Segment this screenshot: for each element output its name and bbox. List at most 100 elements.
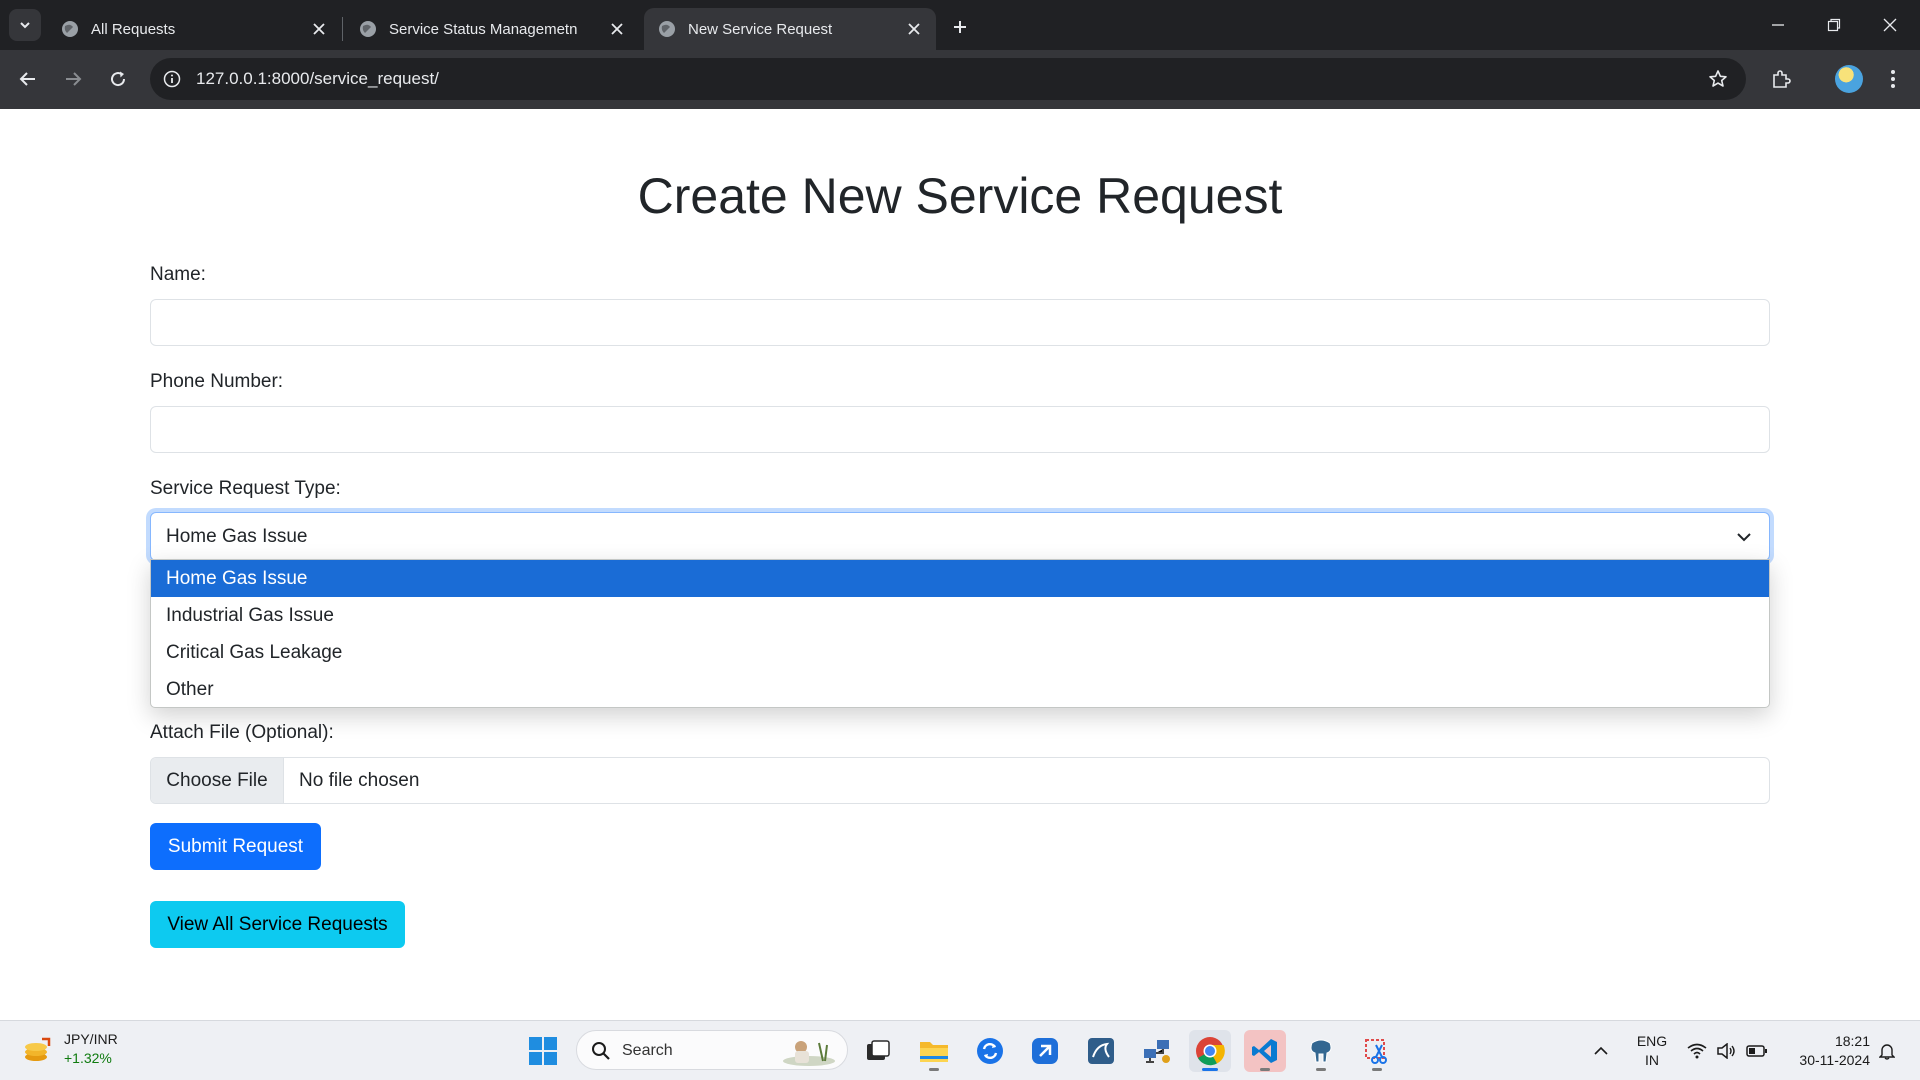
attach-file-label: Attach File (Optional):: [150, 722, 334, 743]
restore-button[interactable]: [1806, 0, 1862, 50]
globe-icon: [659, 21, 675, 37]
battery-status[interactable]: [1743, 1021, 1771, 1080]
phone-input[interactable]: [150, 406, 1770, 453]
chevron-down-icon: [20, 22, 30, 29]
close-icon: [1883, 18, 1897, 32]
postgresql-app[interactable]: [1300, 1030, 1342, 1072]
puzzle-icon: [1773, 70, 1791, 88]
new-tab-button[interactable]: [946, 13, 974, 41]
running-indicator: [1316, 1068, 1326, 1071]
search-icon: [592, 1042, 610, 1060]
task-view-app[interactable]: [857, 1030, 899, 1072]
tab-all-requests[interactable]: All Requests: [47, 8, 341, 50]
chrome-app[interactable]: [1189, 1030, 1231, 1072]
tab-search-button[interactable]: [9, 9, 41, 41]
tab-separator: [342, 17, 343, 41]
dropdown-option[interactable]: Other: [151, 671, 1769, 707]
tab-service-status[interactable]: Service Status Managemetn: [345, 8, 639, 50]
running-indicator: [1372, 1068, 1382, 1071]
dropdown-option[interactable]: Critical Gas Leakage: [151, 634, 1769, 671]
back-button[interactable]: [11, 62, 45, 96]
chevron-up-icon: [1594, 1046, 1608, 1055]
close-window-button[interactable]: [1862, 0, 1918, 50]
tab-label: New Service Request: [688, 20, 833, 38]
browser-menu-button[interactable]: [1876, 62, 1910, 96]
close-tab-icon[interactable]: [605, 17, 629, 41]
globe-icon: [62, 21, 78, 37]
widget-title[interactable]: JPY/INR: [64, 1031, 118, 1047]
extensions-button[interactable]: [1764, 62, 1798, 96]
minimize-icon: [1772, 24, 1784, 26]
close-tab-icon[interactable]: [307, 17, 331, 41]
view-all-requests-button[interactable]: View All Service Requests: [150, 901, 405, 948]
network-app[interactable]: [1136, 1030, 1178, 1072]
choose-file-button[interactable]: Choose File: [151, 758, 284, 803]
site-info-icon[interactable]: [160, 67, 184, 91]
browser-tab-bar: All Requests Service Status Managemetn N…: [0, 0, 1920, 50]
browser-toolbar: 127.0.0.1:8000/service_request/: [0, 50, 1920, 109]
battery-icon: [1746, 1045, 1767, 1057]
mysql-workbench-app[interactable]: [1080, 1030, 1122, 1072]
service-type-select[interactable]: Home Gas Issue: [150, 512, 1770, 561]
show-hidden-icons-button[interactable]: [1586, 1021, 1616, 1080]
speaker-icon: [1717, 1043, 1735, 1059]
file-input[interactable]: Choose File No file chosen: [150, 757, 1770, 804]
sync-icon: [977, 1038, 1003, 1064]
page-title: Create New Service Request: [637, 168, 1283, 224]
scissors-icon: [1365, 1039, 1387, 1064]
bell-icon: [1879, 1044, 1895, 1060]
widget-value[interactable]: +1.32%: [64, 1050, 112, 1066]
network-computers-icon: [1144, 1040, 1170, 1063]
coins-icon[interactable]: [22, 1035, 52, 1065]
chrome-icon: [1196, 1037, 1225, 1066]
volume-status[interactable]: [1713, 1021, 1739, 1080]
tab-new-service-request[interactable]: New Service Request: [644, 8, 936, 50]
language-code: ENG: [1636, 1033, 1668, 1049]
address-bar[interactable]: 127.0.0.1:8000/service_request/: [150, 58, 1746, 100]
taskbar: JPY/INR +1.32% Search ENG IN 18:21 30-11…: [0, 1020, 1920, 1080]
submit-request-button[interactable]: Submit Request: [150, 823, 321, 870]
taskbar-search[interactable]: Search: [576, 1030, 848, 1070]
running-indicator: [1260, 1068, 1270, 1071]
snipping-tool-app[interactable]: [1356, 1030, 1398, 1072]
forward-button[interactable]: [56, 62, 90, 96]
wifi-icon: [1687, 1043, 1707, 1059]
phone-label: Phone Number:: [150, 371, 284, 392]
reload-button[interactable]: [101, 62, 135, 96]
selected-value: Home Gas Issue: [166, 526, 308, 547]
chevron-down-icon: [1737, 533, 1751, 542]
name-input[interactable]: [150, 299, 1770, 346]
dolphin-icon: [1088, 1038, 1114, 1064]
search-highlight-icon: [783, 1041, 835, 1066]
close-tab-icon[interactable]: [902, 17, 926, 41]
elephant-icon: [1310, 1039, 1332, 1063]
service-type-dropdown: Home Gas Issue Industrial Gas Issue Crit…: [150, 559, 1770, 708]
more-vertical-icon: [1891, 70, 1895, 88]
task-view-icon: [867, 1040, 890, 1060]
minimize-button[interactable]: [1750, 0, 1806, 50]
windows-start-icon[interactable]: [528, 1036, 558, 1066]
folder-icon: [920, 1042, 948, 1062]
language-indicator[interactable]: ENG IN: [1632, 1032, 1672, 1070]
system-clock[interactable]: 18:21 30-11-2024: [1780, 1032, 1870, 1070]
page-content: Create New Service Request Name: Phone N…: [0, 109, 1920, 1020]
dropdown-option[interactable]: Industrial Gas Issue: [151, 597, 1769, 634]
vscode-icon: [1252, 1039, 1277, 1063]
file-explorer-app[interactable]: [913, 1030, 955, 1072]
clock-time: 18:21: [1834, 1033, 1870, 1049]
notifications-button[interactable]: [1874, 1021, 1900, 1080]
profile-avatar[interactable]: [1835, 65, 1863, 93]
name-label: Name:: [150, 264, 206, 285]
plus-icon: [954, 21, 966, 33]
tab-label: All Requests: [91, 20, 176, 38]
clock-date: 30-11-2024: [1799, 1052, 1870, 1068]
wifi-status[interactable]: [1684, 1021, 1710, 1080]
connect-app[interactable]: [1024, 1030, 1066, 1072]
globe-icon: [360, 21, 376, 37]
vscode-app[interactable]: [1244, 1030, 1286, 1072]
url-text[interactable]: 127.0.0.1:8000/service_request/: [196, 69, 439, 89]
dropdown-option[interactable]: Home Gas Issue: [151, 560, 1769, 597]
bookmark-star-icon[interactable]: [1706, 67, 1730, 91]
sync-app[interactable]: [969, 1030, 1011, 1072]
link-app-icon: [1032, 1038, 1058, 1064]
